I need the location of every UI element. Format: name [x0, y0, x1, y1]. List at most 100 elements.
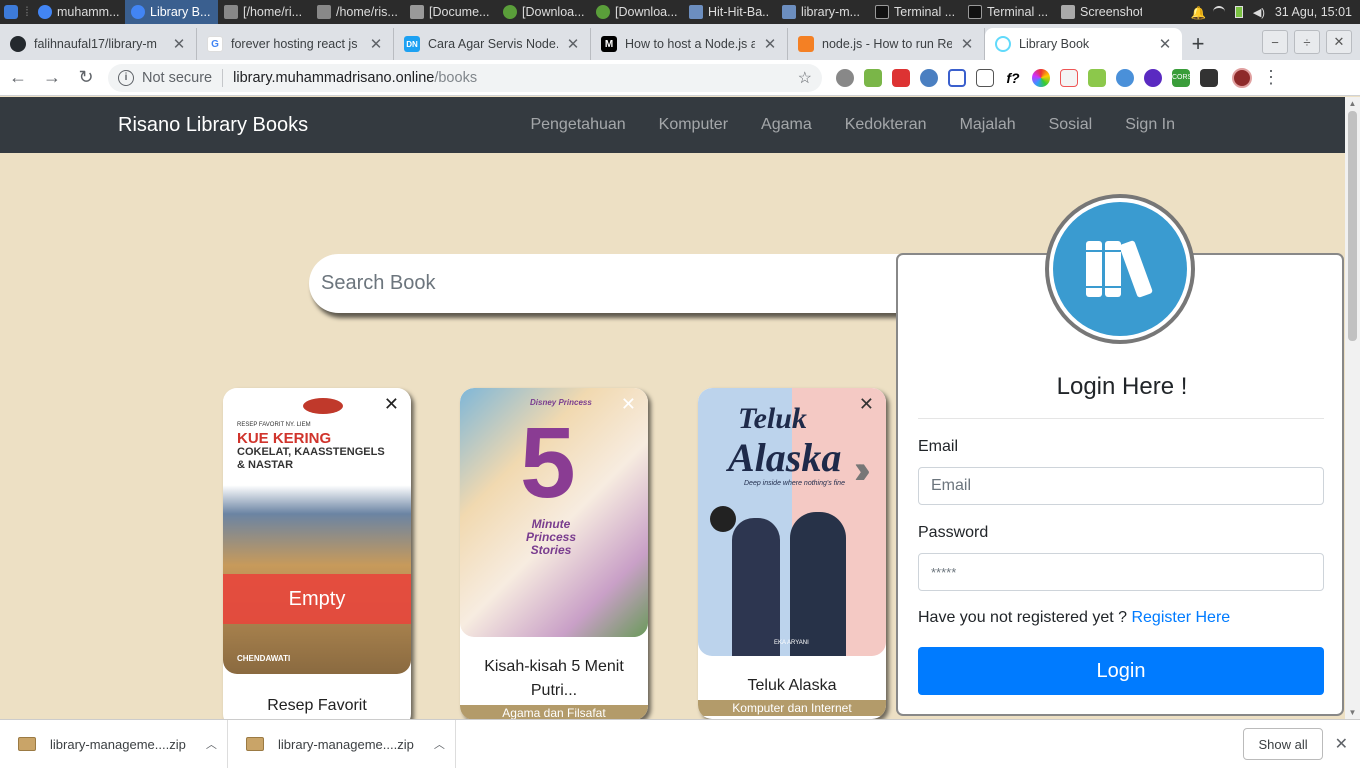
browser-tab[interactable]: DN Cara Agar Servis Node. ✕ — [394, 28, 591, 60]
browser-tab[interactable]: M How to host a Node.js a ✕ — [591, 28, 788, 60]
clock[interactable]: 31 Agu, 15:01 — [1275, 5, 1352, 19]
taskbar-item[interactable]: muhamm... — [32, 0, 125, 24]
chevron-up-icon[interactable]: ︿ — [434, 736, 445, 752]
close-icon[interactable]: ✕ — [960, 35, 974, 53]
zip-icon — [18, 737, 36, 751]
settings-extension-icon[interactable] — [836, 68, 854, 87]
close-icon[interactable]: ✕ — [172, 35, 186, 53]
divider — [918, 418, 1324, 419]
taskbar-item[interactable]: [Downloa... — [590, 0, 683, 24]
minimize-button[interactable]: − — [1262, 30, 1288, 54]
reload-button[interactable]: ↻ — [70, 62, 102, 94]
taskbar-item[interactable]: /home/ris... — [311, 0, 404, 24]
book-title: Teluk Alaska — [747, 677, 837, 694]
close-icon[interactable]: ✕ — [566, 35, 580, 53]
chevron-up-icon[interactable]: ︿ — [206, 736, 217, 752]
cover-text: RESEP FAVORIT NY. LIEM — [237, 422, 311, 428]
taskbar-item[interactable]: Hit-Hit-Ba... — [683, 0, 776, 24]
back-button[interactable]: ← — [2, 62, 34, 94]
bird-extension-icon[interactable] — [1116, 68, 1134, 87]
browser-tab-active[interactable]: Library Book ✕ — [985, 28, 1182, 60]
page-scrollbar[interactable]: ▲ ▼ — [1345, 97, 1360, 719]
scroll-up-icon[interactable]: ▲ — [1345, 99, 1360, 108]
grid-extension-icon[interactable] — [948, 68, 966, 87]
crosshair-extension-icon[interactable] — [976, 68, 994, 87]
puzzle-extension-icon[interactable] — [892, 68, 910, 87]
search-input[interactable]: Search Book — [309, 254, 929, 313]
close-icon[interactable]: ✕ — [369, 35, 383, 53]
browser-tab[interactable]: falihnaufal17/library-m ✕ — [0, 28, 197, 60]
cover-text: Minute Princess Stories — [525, 517, 577, 557]
book-cover[interactable]: Teluk Alaska Deep inside where nothing's… — [698, 388, 886, 656]
nav-link-agama[interactable]: Agama — [761, 116, 812, 134]
taskbar-item[interactable]: [/home/ri... — [218, 0, 311, 24]
new-tab-button[interactable]: + — [1182, 28, 1214, 60]
taskbar-item[interactable]: Screenshot — [1055, 0, 1148, 24]
browser-tab[interactable]: Gforever hosting react js ✕ — [197, 28, 394, 60]
close-icon[interactable]: ✕ — [763, 35, 777, 53]
login-button[interactable]: Login — [918, 647, 1324, 695]
download-item[interactable]: library-manageme....zip ︿ — [0, 719, 228, 768]
bookmark-star-icon[interactable]: ☆ — [798, 68, 812, 88]
window-close-button[interactable]: ✕ — [1326, 30, 1352, 54]
start-menu-button[interactable] — [0, 0, 22, 24]
function-extension-icon[interactable]: f? — [1004, 68, 1022, 87]
double-chevron-right-icon[interactable]: ›› — [854, 448, 870, 493]
security-indicator[interactable]: Not secure — [142, 70, 212, 86]
taskbar-item[interactable]: [Downloa... — [497, 0, 590, 24]
color-picker-extension-icon[interactable] — [1032, 68, 1050, 87]
nav-link-kedokteran[interactable]: Kedokteran — [845, 116, 927, 134]
close-icon[interactable]: ✕ — [621, 394, 636, 415]
nav-link-pengetahuan[interactable]: Pengetahuan — [530, 116, 625, 134]
scrollbar-thumb[interactable] — [1348, 111, 1357, 341]
book-card[interactable]: Teluk Alaska Deep inside where nothing's… — [698, 388, 886, 719]
book-cover[interactable]: RESEP FAVORIT NY. LIEM KUE KERING COKELA… — [223, 388, 411, 674]
book-card[interactable]: Disney Princess 5 Minute Princess Storie… — [460, 388, 648, 720]
taskbar-item-active[interactable]: Library B... — [125, 0, 218, 24]
volume-icon[interactable]: ◀) — [1253, 6, 1265, 19]
info-icon[interactable]: i — [118, 69, 134, 86]
node-extension-icon[interactable] — [1088, 68, 1106, 87]
nav-link-sosial[interactable]: Sosial — [1049, 116, 1093, 134]
taskbar-item[interactable]: [Docume... — [404, 0, 497, 24]
wifi-icon[interactable] — [1212, 6, 1225, 18]
book-cover[interactable]: Disney Princess 5 Minute Princess Storie… — [460, 388, 648, 637]
address-bar[interactable]: i Not secure library.muhammadrisano.onli… — [108, 63, 822, 92]
close-icon[interactable]: ✕ — [1158, 35, 1172, 53]
menu-icon[interactable]: ⋮ — [1262, 67, 1280, 88]
show-all-button[interactable]: Show all — [1243, 728, 1323, 760]
taskbar-item[interactable]: Terminal ... — [962, 0, 1055, 24]
close-icon[interactable]: ✕ — [1335, 734, 1348, 754]
download-extension-icon[interactable] — [864, 68, 882, 87]
scroll-down-icon[interactable]: ▼ — [1345, 708, 1360, 717]
register-link[interactable]: Register Here — [1131, 609, 1230, 626]
maximize-button[interactable]: ÷ — [1294, 30, 1320, 54]
download-item[interactable]: library-manageme....zip ︿ — [228, 719, 456, 768]
browser-tab[interactable]: node.js - How to run Re ✕ — [788, 28, 985, 60]
award-badge — [710, 506, 736, 532]
nav-link-komputer[interactable]: Komputer — [659, 116, 728, 134]
profile-avatar[interactable] — [1232, 67, 1252, 88]
book-card[interactable]: RESEP FAVORIT NY. LIEM KUE KERING COKELA… — [223, 388, 411, 728]
email-field[interactable]: Email — [918, 467, 1324, 505]
cube-extension-icon[interactable] — [1200, 68, 1218, 87]
password-field[interactable]: ***** — [918, 553, 1324, 591]
empty-status-badge: Empty — [223, 574, 411, 624]
target-extension-icon[interactable] — [1144, 68, 1162, 87]
terminal-icon — [968, 5, 982, 19]
close-icon[interactable]: ✕ — [859, 394, 874, 415]
battery-icon[interactable] — [1234, 6, 1243, 18]
nav-link-sign-in[interactable]: Sign In — [1125, 116, 1175, 134]
cors-extension-icon[interactable]: CORS — [1172, 68, 1192, 87]
forward-button[interactable]: → — [36, 62, 68, 94]
brand-title[interactable]: Risano Library Books — [118, 114, 308, 137]
notes-extension-icon[interactable] — [1060, 68, 1078, 87]
cover-text: KUE KERING — [237, 430, 332, 447]
close-icon[interactable]: ✕ — [384, 394, 399, 415]
nav-link-majalah[interactable]: Majalah — [960, 116, 1016, 134]
sync-extension-icon[interactable] — [920, 68, 938, 87]
taskbar-item[interactable]: Terminal ... — [869, 0, 962, 24]
start-icon — [4, 5, 18, 19]
taskbar-item[interactable]: library-m... — [776, 0, 869, 24]
bell-icon[interactable]: 🔔 — [1191, 6, 1207, 20]
